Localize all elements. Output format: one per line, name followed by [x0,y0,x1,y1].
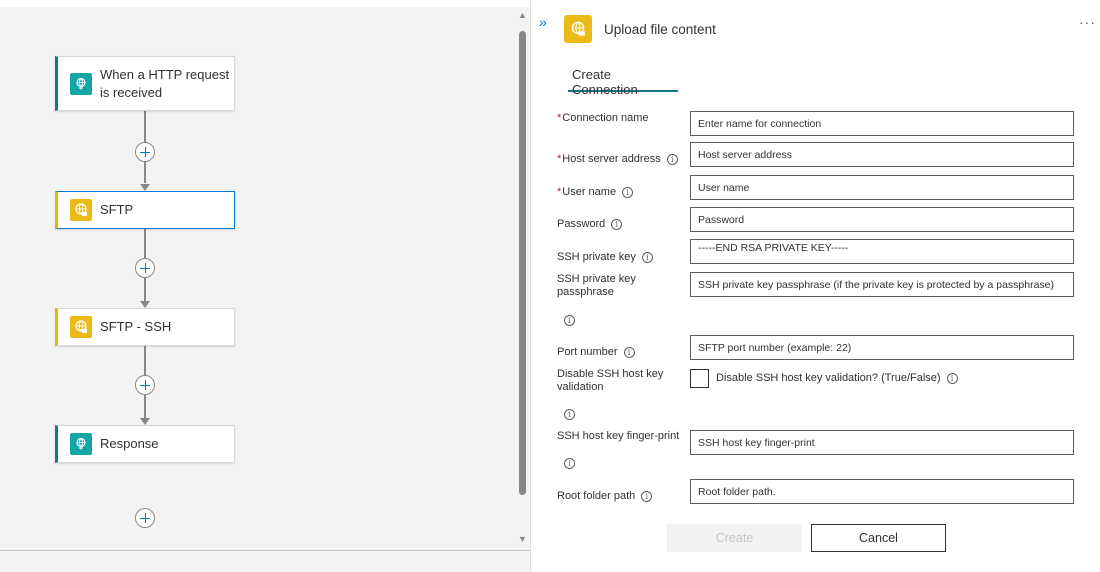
step-card-response[interactable]: Response [55,425,235,463]
info-icon[interactable]: i [946,372,958,384]
sftp-connector-icon [564,15,592,43]
sftp-icon [70,199,92,221]
ssh-private-key-label: SSH private key i [557,251,653,264]
root-folder-path-input[interactable] [690,479,1074,504]
arrow-down-icon [140,418,150,425]
password-input[interactable] [690,207,1074,232]
password-label: Password i [557,218,623,231]
step-label: SFTP [100,202,134,217]
host-server-address-label: *Host server address i [557,153,678,166]
port-number-label: Port number i [557,346,635,359]
insert-step-button[interactable] [135,258,155,278]
arrow-down-icon [140,301,150,308]
info-icon[interactable]: i [564,315,575,326]
connection-name-input[interactable] [690,111,1074,136]
info-icon[interactable]: i [622,186,634,198]
collapse-panel-button[interactable]: » [539,14,547,30]
info-icon[interactable]: i [564,458,575,469]
disable-host-key-validation-option[interactable]: Disable SSH host key validation? (True/F… [716,372,958,384]
scroll-up-arrow-icon[interactable]: ▲ [518,10,527,20]
arrow-down-icon [140,184,150,191]
tab-create-connection[interactable]: Create Connection [568,60,678,97]
ssh-private-key-passphrase-label: SSH private key passphrase [557,273,636,298]
host-server-address-input[interactable] [690,142,1074,167]
insert-step-button[interactable] [135,142,155,162]
host-key-fingerprint-label: SSH host key finger-print [557,430,680,442]
canvas-footer [0,550,530,572]
step-label: SFTP - SSH [100,319,172,334]
add-step-button[interactable] [135,508,155,528]
ssh-private-key-textarea[interactable]: -----END RSA PRIVATE KEY----- [690,239,1074,264]
scrollbar-thumb[interactable] [519,31,526,495]
info-icon[interactable]: i [611,218,623,230]
user-name-input[interactable] [690,175,1074,200]
action-details-panel: » Upload file content ··· Create Connect… [530,0,1100,572]
step-label: When a HTTP request is received [100,66,230,100]
disable-host-key-validation-label: Disable SSH host key validation [557,368,664,393]
info-icon[interactable]: i [666,153,678,165]
step-card-sftp[interactable]: SFTP [55,191,235,229]
insert-step-button[interactable] [135,375,155,395]
info-icon[interactable]: i [564,409,575,420]
create-button[interactable]: Create [667,524,802,552]
http-request-icon [70,72,92,95]
user-name-label: *User name i [557,186,634,199]
designer-canvas: ▲ ▼ When a HTTP request is received SFTP… [0,0,530,572]
more-options-icon[interactable]: ··· [1079,14,1096,30]
panel-title: Upload file content [604,22,716,37]
scroll-down-arrow-icon[interactable]: ▼ [518,534,527,544]
sftp-ssh-icon [70,316,92,338]
step-card-sftp-ssh[interactable]: SFTP - SSH [55,308,235,346]
cancel-button[interactable]: Cancel [811,524,946,552]
info-icon[interactable]: i [641,251,653,263]
connection-name-label: *Connection name [557,112,649,124]
root-folder-path-label: Root folder path i [557,490,653,503]
disable-host-key-validation-checkbox[interactable] [690,369,709,388]
port-number-input[interactable] [690,335,1074,360]
info-icon[interactable]: i [641,490,653,502]
ssh-private-key-passphrase-input[interactable] [690,272,1074,297]
step-label: Response [100,436,159,451]
response-icon [70,433,92,455]
host-key-fingerprint-input[interactable] [690,430,1074,455]
step-card-http-request[interactable]: When a HTTP request is received [55,56,235,111]
info-icon[interactable]: i [623,346,635,358]
